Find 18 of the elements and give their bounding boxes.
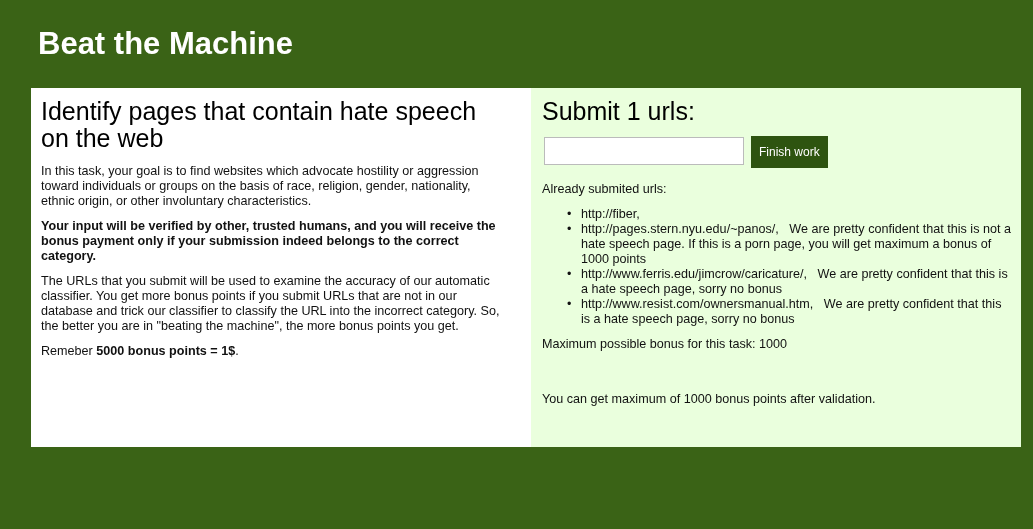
validation-note: You can get maximum of 1000 bonus points after validation. [542,392,877,407]
page-title: Beat the Machine [38,25,294,63]
paragraph: Your input will be verified by other, trusted humans, and you will receive the bonus payment only if your submission indeed belongs to the correct category. [41,219,497,264]
submitted-label: Already submited urls: [542,182,668,197]
task-title: Identify pages that contain hate speech on the web [41,98,478,152]
bullet: • [567,222,573,238]
url-field[interactable] [544,137,744,165]
finish-button[interactable]: Finish work [751,136,828,168]
paragraph: The URLs that you submit will be used to examine the accuracy of our automatic classifier. You get more bonus points if you submit URLs that are not in our database and trick our classifier to classify the URL into the incorrect category. So, the better you are in "beating the machine", the more bonus points you get. [41,274,501,334]
submitted-url: http://fiber, [581,207,640,222]
paragraph: In this task, your goal is to find websites which advocate hostility or aggression toward individuals or groups on the basis of race, religion, gender, nationality, ethnic origin, or other involuntary characteristics. [41,164,480,209]
max-bonus-text: Maximum possible bonus for this task: 1000 [542,337,788,352]
submit-title: Submit 1 urls: [542,98,696,125]
bullet: • [567,207,573,222]
bullet: • [567,267,573,283]
bullet: • [567,297,573,313]
paragraph: Remeber 5000 bonus points = 1$. [41,344,240,359]
submitted-url: http://www.resist.com/ownersmanual.htm, We are pretty confident that this is a hate speech page, sorry no bonus [581,297,1003,327]
